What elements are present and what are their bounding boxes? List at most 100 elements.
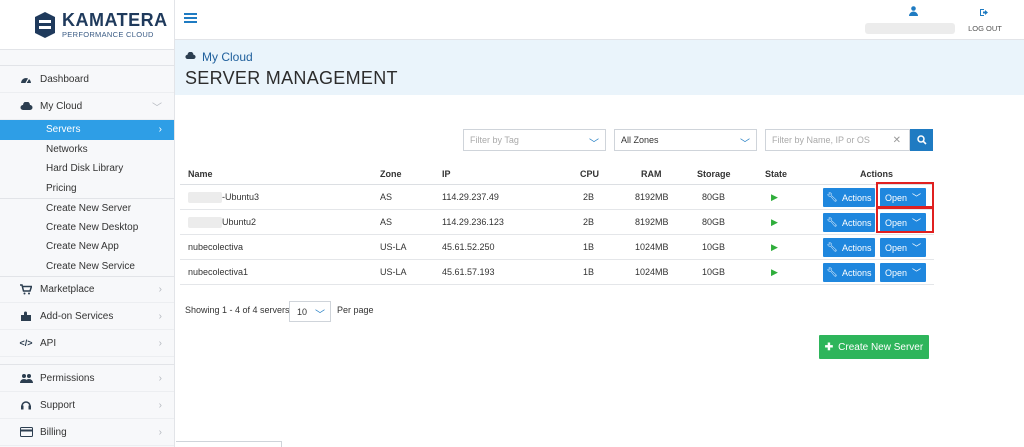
- sidebar-item-billing[interactable]: Billing ›: [0, 419, 174, 446]
- user-menu[interactable]: [865, 6, 955, 36]
- chevron-right-icon: ›: [158, 310, 162, 322]
- sidebar-item-addon-services[interactable]: Add-on Services ›: [0, 303, 174, 330]
- open-button-label: Open: [884, 267, 907, 278]
- server-cpu: 1B: [583, 242, 595, 252]
- server-ram: 8192MB: [635, 217, 669, 227]
- search-input[interactable]: Filter by Name, IP or OS ✕: [765, 129, 910, 151]
- redacted-prefix: [188, 216, 222, 228]
- sidebar-subitem-label: Create New App: [46, 241, 119, 253]
- actions-button[interactable]: 🔧︎ Actions: [823, 263, 875, 282]
- sidebar-subitem-hard-disk-library[interactable]: Hard Disk Library: [0, 159, 174, 179]
- server-name[interactable]: Ubuntu2: [180, 210, 256, 234]
- sidebar-subitem-pricing[interactable]: Pricing: [0, 179, 174, 199]
- logout-label: LOG OUT: [968, 24, 1002, 33]
- running-icon: ▶: [771, 241, 778, 252]
- hamburger-menu-icon[interactable]: [184, 13, 197, 23]
- actions-button[interactable]: 🔧︎ Actions: [823, 238, 875, 257]
- pagination-summary: Showing 1 - 4 of 4 servers,: [185, 305, 293, 315]
- server-ip: 114.29.237.49: [442, 192, 499, 202]
- tag-filter-placeholder: Filter by Tag: [470, 135, 519, 145]
- app-root: KAMATERA PERFORMANCE CLOUD Dashboard My …: [0, 0, 1024, 447]
- sidebar-separator: [0, 357, 174, 365]
- col-storage[interactable]: Storage: [697, 163, 731, 184]
- sidebar-item-my-cloud[interactable]: My Cloud ﹀: [0, 93, 174, 120]
- sidebar-item-api[interactable]: </> API ›: [0, 330, 174, 357]
- sidebar-subitem-create-new-service[interactable]: Create New Service: [0, 257, 174, 277]
- open-button[interactable]: Open ﹀: [880, 188, 926, 207]
- server-storage: 80GB: [702, 192, 726, 202]
- sidebar-subitem-label: Create New Service: [46, 260, 135, 272]
- open-button[interactable]: Open ﹀: [880, 263, 926, 282]
- actions-button[interactable]: 🔧︎ Actions: [823, 213, 875, 232]
- create-new-server-button[interactable]: ✚ Create New Server: [819, 335, 929, 359]
- server-ip: 45.61.52.250: [442, 242, 495, 252]
- zone-filter-select[interactable]: All Zones ﹀: [614, 129, 757, 151]
- sidebar-subitem-label: Create New Desktop: [46, 221, 139, 233]
- server-zone: AS: [380, 192, 393, 202]
- sidebar-item-dashboard[interactable]: Dashboard: [0, 66, 174, 93]
- open-button[interactable]: Open ﹀: [880, 238, 926, 257]
- col-zone[interactable]: Zone: [380, 163, 402, 184]
- plus-icon: ✚: [824, 341, 834, 353]
- chevron-right-icon: ›: [158, 284, 162, 295]
- table-row: -Ubuntu3 AS 114.29.237.49 2B 8192MB 80GB…: [180, 182, 934, 210]
- chevron-down-icon: ﹀: [912, 243, 922, 253]
- sidebar-subitem-create-new-server[interactable]: Create New Server: [0, 198, 174, 218]
- logout-button[interactable]: LOG OUT: [965, 8, 1005, 33]
- server-name[interactable]: -Ubuntu3: [180, 185, 259, 209]
- chevron-down-icon: ﹀: [912, 218, 922, 228]
- server-ip: 114.29.236.123: [442, 217, 504, 227]
- per-page-select[interactable]: 10 ﹀: [289, 301, 331, 322]
- sidebar-item-permissions[interactable]: Permissions ›: [0, 365, 174, 392]
- server-zone: AS: [380, 217, 393, 227]
- sidebar-subitem-servers[interactable]: Servers ›: [0, 120, 174, 140]
- server-cpu: 1B: [583, 267, 595, 277]
- wrench-icon: 🔧︎: [826, 242, 838, 252]
- breadcrumb[interactable]: My Cloud: [185, 50, 253, 64]
- sidebar-subitem-create-new-desktop[interactable]: Create New Desktop: [0, 218, 174, 238]
- running-icon: ▶: [771, 266, 778, 277]
- actions-button-label: Actions: [841, 242, 872, 253]
- actions-button[interactable]: 🔧︎ Actions: [823, 188, 875, 207]
- create-button-label: Create New Server: [838, 341, 924, 353]
- wrench-icon: 🔧︎: [826, 217, 838, 227]
- actions-button-label: Actions: [841, 267, 872, 278]
- table-row: nubecolectiva1 US-LA 45.61.57.193 1B 102…: [180, 260, 934, 285]
- breadcrumb-label: My Cloud: [202, 50, 253, 64]
- sidebar-item-label: Dashboard: [40, 73, 89, 85]
- zone-filter-value: All Zones: [621, 135, 659, 145]
- col-state[interactable]: State: [765, 163, 787, 184]
- server-name[interactable]: nubecolectiva1: [188, 260, 248, 284]
- col-name[interactable]: Name: [188, 163, 213, 184]
- search-button[interactable]: [910, 129, 933, 151]
- cloud-icon: [185, 51, 196, 62]
- server-name[interactable]: nubecolectiva: [188, 235, 243, 259]
- tag-filter-select[interactable]: Filter by Tag ﹀: [463, 129, 606, 151]
- col-ip[interactable]: IP: [442, 163, 451, 184]
- sidebar-item-label: Support: [40, 399, 76, 411]
- brand-logo[interactable]: KAMATERA PERFORMANCE CLOUD: [0, 0, 174, 50]
- chevron-right-icon: ›: [158, 124, 162, 136]
- puzzle-icon: [19, 309, 33, 323]
- open-button-label: Open: [884, 242, 907, 253]
- col-cpu[interactable]: CPU: [580, 163, 599, 184]
- sidebar-item-marketplace[interactable]: Marketplace ›: [0, 276, 174, 303]
- chevron-down-icon: ﹀: [740, 139, 750, 150]
- logout-icon: [965, 8, 1005, 20]
- dashboard-icon: [19, 72, 33, 86]
- sidebar-subitem-networks[interactable]: Networks: [0, 140, 174, 160]
- clear-icon[interactable]: ✕: [893, 135, 901, 146]
- per-page-value: 10: [297, 306, 308, 317]
- sidebar-subitem-create-new-app[interactable]: Create New App: [0, 237, 174, 257]
- open-button[interactable]: Open ﹀: [880, 213, 926, 232]
- cloud-icon: [19, 99, 33, 113]
- running-icon: ▶: [771, 191, 778, 202]
- col-ram[interactable]: RAM: [641, 163, 662, 184]
- sidebar-subitem-label: Servers: [46, 124, 81, 136]
- table-row: Ubuntu2 AS 114.29.236.123 2B 8192MB 80GB…: [180, 207, 934, 235]
- brand-subtitle: PERFORMANCE CLOUD: [62, 29, 154, 39]
- sidebar-item-label: Add-on Services: [40, 310, 114, 322]
- sidebar-item-support[interactable]: Support ›: [0, 392, 174, 419]
- user-icon: [909, 6, 918, 19]
- redacted-prefix: [188, 191, 222, 203]
